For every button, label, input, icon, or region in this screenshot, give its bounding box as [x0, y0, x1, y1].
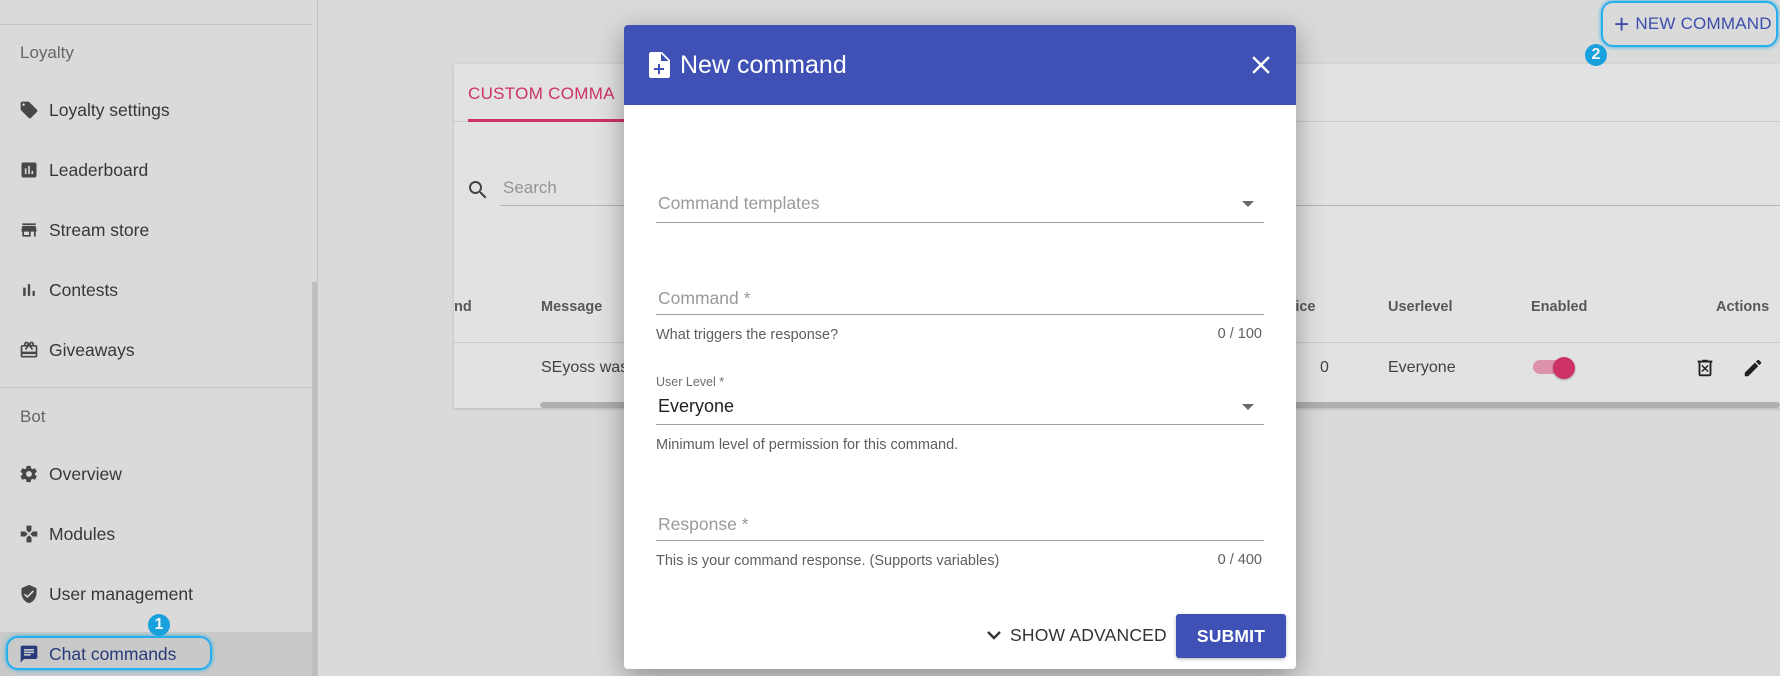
new-command-dialog: New command Command templates Command * … [624, 25, 1296, 669]
field-underline [656, 314, 1264, 315]
show-advanced-label: SHOW ADVANCED [1010, 625, 1167, 645]
show-advanced-button[interactable]: SHOW ADVANCED [986, 625, 1167, 646]
field-underline [656, 424, 1264, 425]
command-templates-placeholder: Command templates [658, 193, 820, 213]
user-level-label: User Level * [656, 375, 725, 389]
user-level-hint: Minimum level of permission for this com… [656, 437, 959, 453]
command-templates-select[interactable]: Command templates [656, 165, 1264, 225]
command-placeholder: Command * [658, 288, 751, 308]
document-add-icon [648, 52, 670, 78]
field-underline [656, 222, 1264, 223]
command-hint: What triggers the response? [656, 327, 839, 343]
user-level-select[interactable]: User Level * Everyone Minimum level of p… [656, 355, 1264, 465]
close-icon[interactable] [1246, 50, 1276, 80]
user-level-value: Everyone [658, 396, 735, 416]
command-char-count: 0 / 100 [1217, 326, 1262, 342]
response-char-count: 0 / 400 [1217, 552, 1262, 568]
submit-button[interactable]: SUBMIT [1176, 614, 1286, 658]
response-hint: This is your command response. (Supports… [656, 553, 1000, 569]
response-placeholder: Response * [658, 514, 749, 534]
chevron-down-icon [986, 625, 1002, 646]
dialog-title: New command [680, 50, 847, 79]
chevron-down-icon [1242, 404, 1254, 410]
field-underline [656, 540, 1264, 541]
response-field[interactable]: Response * This is your command response… [656, 486, 1264, 569]
dialog-header: New command [624, 25, 1296, 105]
chevron-down-icon [1242, 201, 1254, 207]
command-field[interactable]: Command * What triggers the response? 0 … [656, 260, 1264, 343]
